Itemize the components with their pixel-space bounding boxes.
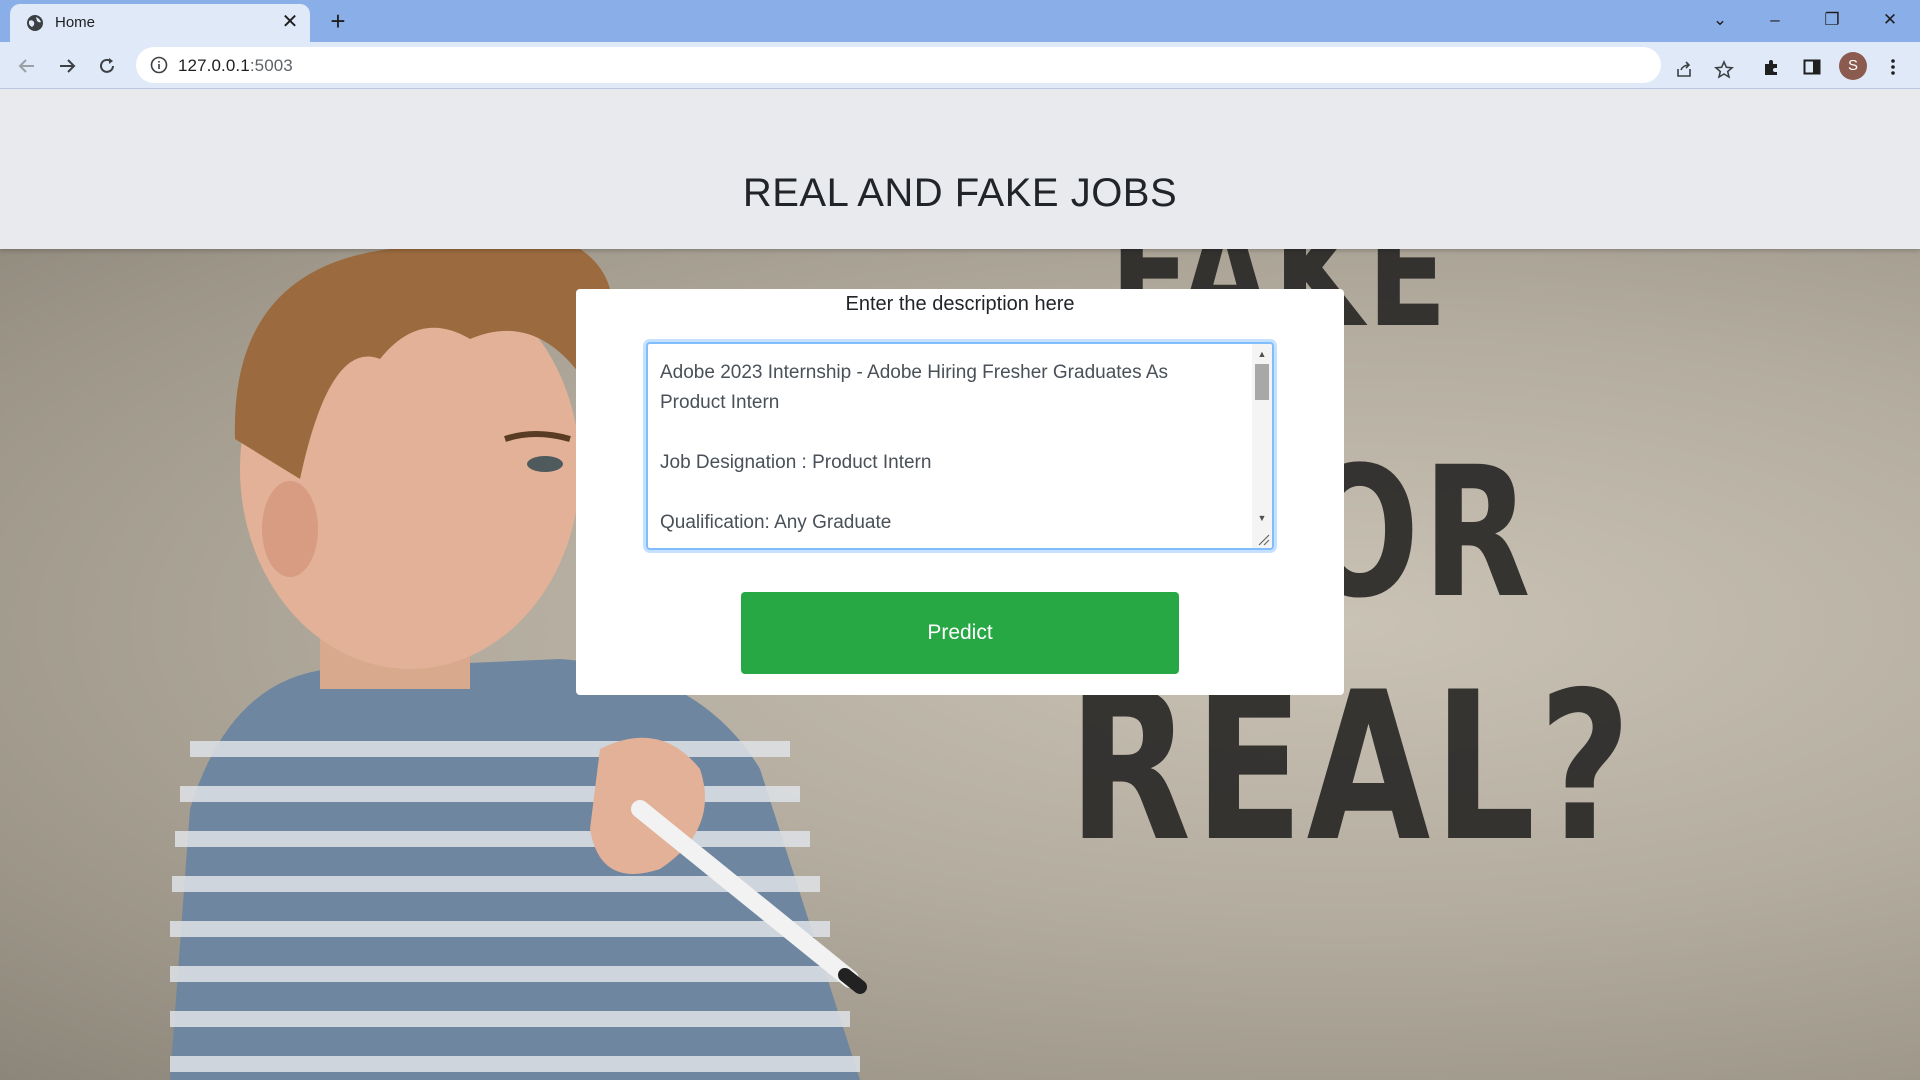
textarea-scrollbar[interactable]: ▲ ▼ [1252, 344, 1272, 548]
profile-avatar[interactable]: S [1839, 52, 1867, 80]
minimize-icon[interactable]: – [1755, 4, 1795, 36]
header-bar: REAL AND FAKE JOBS [0, 89, 1920, 249]
sidepanel-icon[interactable] [1799, 54, 1825, 80]
tab-close-icon[interactable]: ✕ [280, 12, 300, 32]
description-label: Enter the description here [845, 293, 1075, 315]
scroll-thumb[interactable] [1255, 364, 1269, 400]
browser-titlebar: Home ✕ + ⌄ – ❐ ✕ [0, 0, 1920, 42]
globe-icon [27, 15, 43, 31]
web-page: REAL AND FAKE JOBS FAKE OR REAL? En [0, 89, 1920, 1080]
forward-arrow-icon[interactable] [52, 51, 82, 81]
address-bar[interactable]: 127.0.0.1:5003 [136, 47, 1734, 83]
share-icon[interactable] [1669, 55, 1699, 85]
reload-icon[interactable] [92, 51, 122, 81]
tab-title: Home [55, 14, 96, 31]
kebab-menu-icon[interactable] [1880, 54, 1906, 80]
close-window-icon[interactable]: ✕ [1870, 4, 1910, 36]
browser-toolbar: 127.0.0.1:5003 [0, 42, 1920, 89]
browser-tab-home[interactable]: Home ✕ [10, 4, 310, 42]
info-icon[interactable] [150, 56, 168, 74]
predict-button[interactable]: Predict [741, 592, 1179, 674]
restore-icon[interactable]: ❐ [1812, 4, 1852, 36]
url-text: 127.0.0.1:5003 [178, 56, 293, 75]
resize-grip-icon[interactable] [1256, 532, 1270, 546]
page-title: REAL AND FAKE JOBS [742, 171, 1178, 215]
description-text: Adobe 2023 Internship - Adobe Hiring Fre… [660, 362, 1169, 533]
star-icon[interactable] [1709, 55, 1739, 85]
scroll-up-icon[interactable]: ▲ [1252, 346, 1272, 362]
tab-search-icon[interactable]: ⌄ [1700, 4, 1740, 36]
description-textarea[interactable]: Adobe 2023 Internship - Adobe Hiring Fre… [646, 342, 1274, 550]
new-tab-icon[interactable]: + [325, 8, 351, 34]
prediction-form-card: Enter the description here Adobe 2023 In… [576, 289, 1344, 695]
puzzle-extension-icon[interactable] [1759, 54, 1785, 80]
scroll-down-icon[interactable]: ▼ [1252, 510, 1272, 526]
back-arrow-icon[interactable] [12, 51, 42, 81]
